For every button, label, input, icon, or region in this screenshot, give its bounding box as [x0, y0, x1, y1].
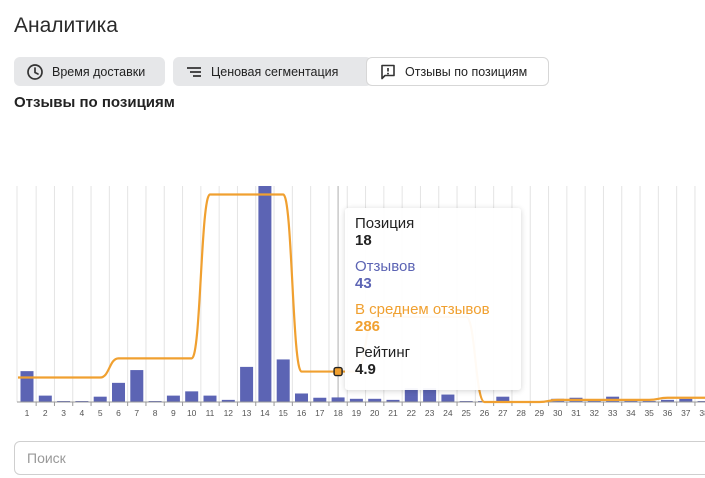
tab-price-segmentation[interactable]: Ценовая сегментация	[173, 57, 372, 86]
tab-reviews-by-position[interactable]: Отзывы по позициям	[366, 57, 549, 86]
comment-alert-icon	[379, 63, 397, 81]
x-tick-label: 37	[681, 408, 691, 418]
tab-delivery-time-label: Время доставки	[52, 64, 146, 79]
x-tick-label: 4	[80, 408, 85, 418]
x-tick-label: 12	[224, 408, 234, 418]
chart-bar	[404, 388, 418, 402]
x-tick-label: 32	[590, 408, 600, 418]
page-title: Аналитика	[14, 14, 118, 37]
tooltip-position-value: 18	[355, 232, 372, 249]
x-tick-label: 23	[425, 408, 435, 418]
tab-delivery-time[interactable]: Время доставки	[14, 57, 165, 86]
chart-bar	[441, 394, 455, 402]
tooltip-rating-value: 4.9	[355, 361, 376, 378]
x-tick-label: 16	[297, 408, 307, 418]
x-tick-label: 33	[608, 408, 618, 418]
x-tick-label: 14	[260, 408, 270, 418]
tooltip-avg-label: В среднем отзывов	[355, 301, 490, 318]
x-tick-label: 35	[644, 408, 654, 418]
chart-bar	[38, 395, 52, 402]
x-tick-label: 26	[480, 408, 490, 418]
sort-lines-icon	[185, 63, 203, 81]
x-tick-label: 11	[206, 408, 215, 418]
tooltip-reviews-label: Отзывов	[355, 258, 416, 275]
x-tick-label: 2	[43, 408, 48, 418]
x-tick-label: 28	[516, 408, 526, 418]
clock-icon	[26, 63, 44, 81]
x-tick-label: 36	[663, 408, 673, 418]
x-tick-label: 5	[98, 408, 103, 418]
chart-bar	[203, 395, 217, 402]
x-tick-label: 1	[25, 408, 30, 418]
chart-bar	[93, 396, 107, 402]
tooltip-rating-label: Рейтинг	[355, 344, 411, 361]
x-tick-label: 6	[116, 408, 121, 418]
x-tick-label: 9	[171, 408, 176, 418]
x-tick-label: 25	[461, 408, 471, 418]
tab-price-segmentation-label: Ценовая сегментация	[211, 64, 339, 79]
x-tick-label: 24	[443, 408, 453, 418]
x-tick-label: 10	[187, 408, 197, 418]
x-tick-label: 7	[134, 408, 139, 418]
x-tick-label: 20	[370, 408, 380, 418]
tooltip-position-label: Позиция	[355, 215, 415, 232]
tab-reviews-by-position-label: Отзывы по позициям	[405, 64, 528, 79]
x-tick-label: 13	[242, 408, 252, 418]
x-tick-label: 31	[571, 408, 581, 418]
chart-bar	[185, 391, 199, 402]
chart-bar	[166, 395, 180, 402]
x-tick-label: 18	[333, 408, 343, 418]
section-title: Отзывы по позициям	[14, 94, 175, 111]
tooltip-avg-value: 286	[355, 318, 381, 335]
x-tick-label: 3	[61, 408, 66, 418]
x-tick-label: 22	[407, 408, 417, 418]
chart-tooltip: Позиция 18 Отзывов 43 В среднем отзывов …	[345, 208, 521, 390]
chart-bar	[276, 359, 290, 402]
chart-bar	[258, 186, 272, 402]
x-tick-label: 27	[498, 408, 508, 418]
chart-bar	[423, 388, 437, 402]
chart-bar	[295, 393, 308, 402]
x-tick-label: 29	[535, 408, 545, 418]
x-tick-label: 19	[352, 408, 362, 418]
search-input[interactable]	[14, 441, 705, 475]
chart-bar	[240, 366, 254, 402]
x-tick-label: 38	[699, 408, 705, 418]
x-tick-label: 21	[388, 408, 398, 418]
chart-bar	[130, 370, 144, 402]
chart-bar	[112, 382, 125, 402]
x-tick-label: 8	[153, 408, 158, 418]
chart-bar	[20, 371, 34, 402]
chart-bar	[331, 397, 345, 402]
x-tick-label: 30	[553, 408, 563, 418]
x-tick-label: 17	[315, 408, 325, 418]
chart-bar	[313, 397, 327, 402]
x-tick-label: 34	[626, 408, 636, 418]
x-tick-label: 15	[278, 408, 288, 418]
tooltip-reviews-value: 43	[355, 275, 372, 292]
hover-marker	[333, 366, 343, 377]
